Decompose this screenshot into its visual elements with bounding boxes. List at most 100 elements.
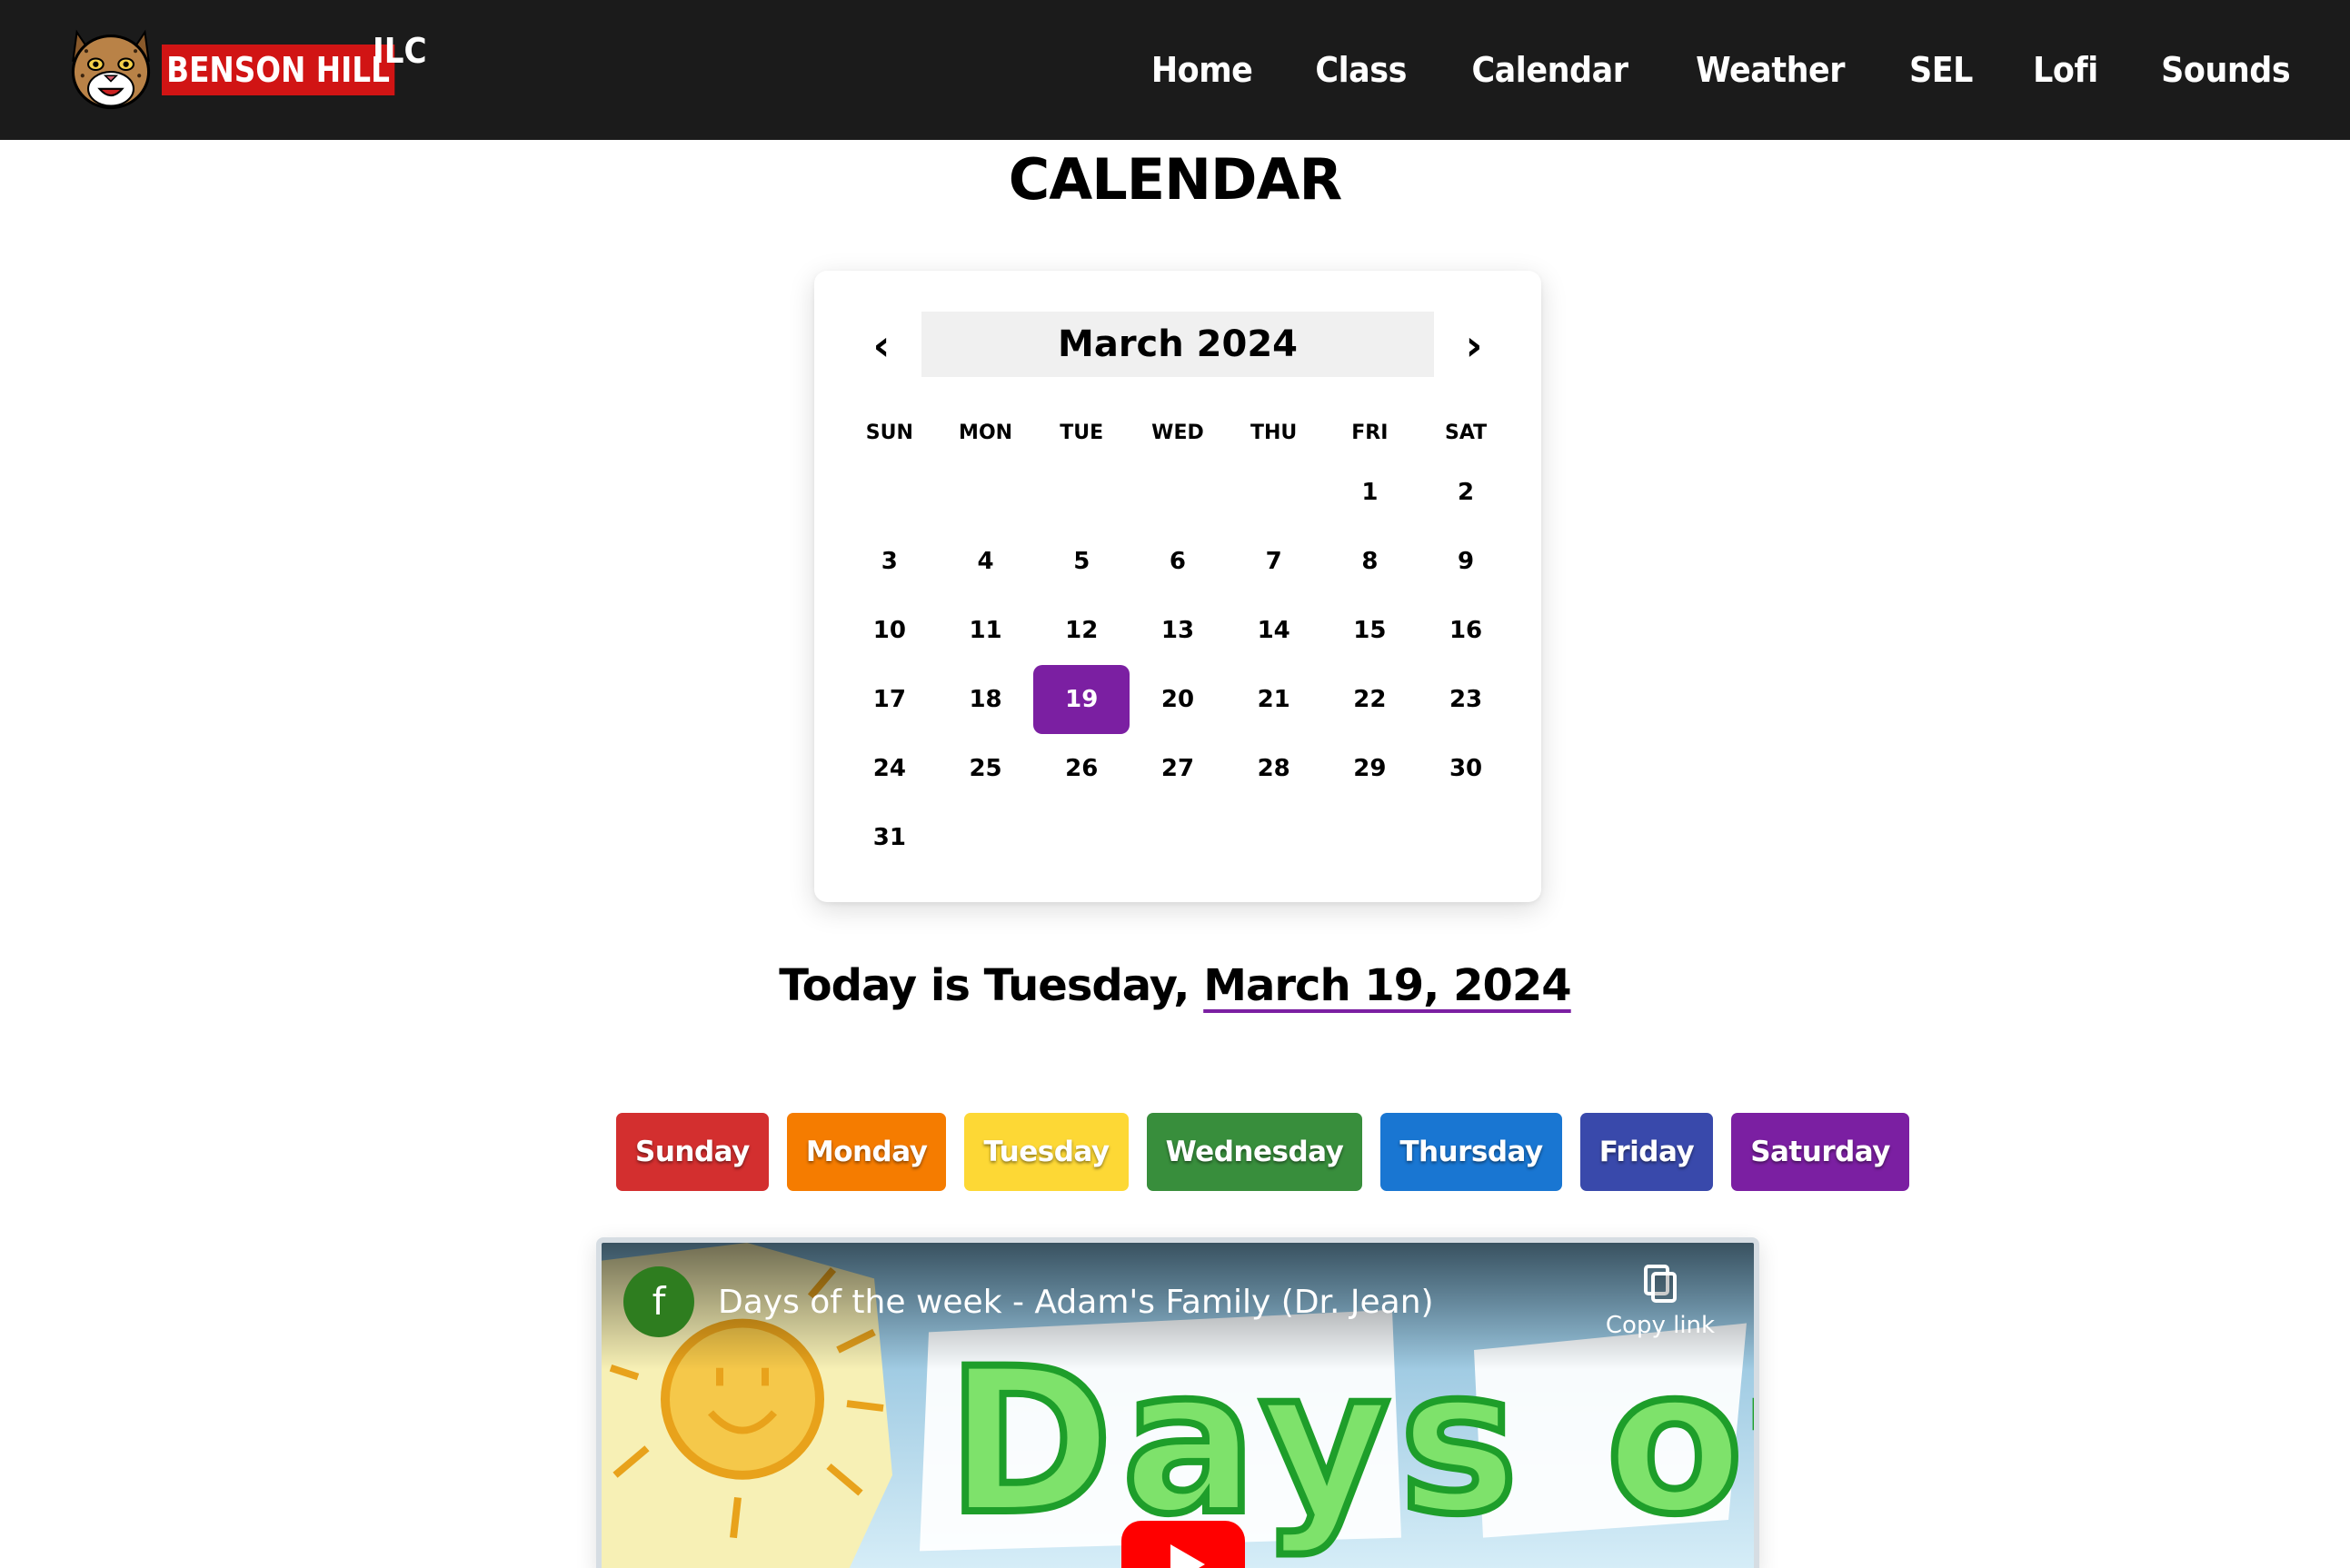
weekday-header: FRI [1351, 422, 1389, 444]
weekday-header: TUE [1060, 422, 1104, 444]
day-number: 19 [1033, 665, 1130, 734]
day-cell[interactable]: 27 [1130, 734, 1226, 803]
day-number: 10 [872, 617, 906, 644]
day-number: 21 [1257, 686, 1290, 713]
next-month-button[interactable]: › [1447, 313, 1501, 377]
weekday-header: THU [1250, 422, 1298, 444]
month-label: March 2024 [921, 312, 1434, 377]
day-cell[interactable]: 17 [841, 665, 938, 734]
day-number: 20 [1160, 686, 1195, 713]
weekday-header: WED [1151, 422, 1204, 444]
day-number: 28 [1257, 755, 1290, 782]
weekday-header-row: SUN MON TUE WED THU FRI SAT [841, 409, 1514, 458]
nav-calendar[interactable]: Calendar [1472, 50, 1628, 90]
top-navbar: BENSON HILL ILC Home Class Calendar Weat… [0, 0, 2350, 140]
calendar-grid: SUN MON TUE WED THU FRI SAT 1 2 3 4 5 6 7 8 9 10 1… [841, 409, 1514, 872]
nav-sel[interactable]: SEL [1909, 50, 1973, 90]
video-title[interactable]: Days of the week - Adam's Family (Dr. Je… [718, 1275, 1434, 1330]
sunday-button[interactable]: Sunday [616, 1113, 769, 1191]
day-cell[interactable]: 24 [841, 734, 938, 803]
day-cell[interactable]: 9 [1418, 527, 1514, 596]
calendar-week-row: 31 [841, 803, 1514, 872]
day-cell[interactable]: 14 [1226, 596, 1322, 665]
copy-link-button[interactable]: Copy link [1601, 1265, 1719, 1339]
day-number: 7 [1265, 548, 1282, 575]
day-number: 11 [969, 617, 1002, 644]
video-embed[interactable]: Days of f Days of the week - Adam's Fami… [596, 1237, 1759, 1568]
day-buttons: Sunday Monday Tuesday Wednesday Thursday… [616, 1113, 1927, 1191]
today-prefix: Today is Tuesday, [779, 960, 1204, 1011]
day-number: 4 [977, 548, 994, 575]
day-number: 3 [881, 548, 898, 575]
day-number: 15 [1353, 617, 1387, 644]
day-number: 26 [1065, 755, 1099, 782]
empty-day-cell [938, 803, 1034, 872]
day-cell[interactable]: 1 [1322, 458, 1419, 527]
day-cell[interactable]: 29 [1322, 734, 1419, 803]
tuesday-button[interactable]: Tuesday [964, 1113, 1129, 1191]
weekday-header: SUN [865, 422, 913, 444]
nav-lofi[interactable]: Lofi [2033, 50, 2098, 90]
day-number: 14 [1257, 617, 1290, 644]
brand-name: BENSON HILL [162, 45, 395, 95]
page-title: CALENDAR [1008, 146, 1342, 213]
day-cell[interactable]: 7 [1226, 527, 1322, 596]
day-number: 23 [1449, 686, 1483, 713]
day-cell[interactable]: 22 [1322, 665, 1419, 734]
day-cell[interactable]: 10 [841, 596, 938, 665]
day-cell[interactable]: 15 [1322, 596, 1419, 665]
day-cell[interactable]: 25 [938, 734, 1034, 803]
day-cell[interactable]: 16 [1418, 596, 1514, 665]
day-cell[interactable]: 12 [1033, 596, 1130, 665]
copy-icon [1644, 1265, 1677, 1303]
day-cell[interactable]: 11 [938, 596, 1034, 665]
brand-suffix: ILC [373, 31, 427, 71]
day-cell[interactable]: 18 [938, 665, 1034, 734]
day-cell[interactable]: 5 [1033, 527, 1130, 596]
today-date-link[interactable]: March 19, 2024 [1203, 960, 1571, 1011]
nav-class[interactable]: Class [1316, 50, 1408, 90]
day-cell[interactable]: 3 [841, 527, 938, 596]
day-cell[interactable]: 30 [1418, 734, 1514, 803]
channel-avatar[interactable]: f [623, 1266, 694, 1337]
friday-button[interactable]: Friday [1579, 1113, 1714, 1191]
day-number: 16 [1449, 617, 1483, 644]
thumbnail-lettering-text: Days of [947, 1325, 1754, 1558]
empty-day-cell [1418, 803, 1514, 872]
day-cell[interactable]: 4 [938, 527, 1034, 596]
wednesday-button[interactable]: Wednesday [1146, 1113, 1363, 1191]
day-cell[interactable]: 8 [1322, 527, 1419, 596]
today-text: Today is Tuesday, March 19, 2024 [0, 954, 2350, 1017]
today-day-cell[interactable]: 19 [1033, 665, 1130, 734]
calendar-week-row: 10 11 12 13 14 15 16 [841, 596, 1514, 665]
day-cell[interactable]: 13 [1130, 596, 1226, 665]
nav-weather[interactable]: Weather [1697, 50, 1846, 90]
youtube-play-icon[interactable] [1121, 1521, 1245, 1568]
weekday-header: MON [959, 422, 1013, 444]
day-cell[interactable]: 28 [1226, 734, 1322, 803]
day-number: 24 [872, 755, 906, 782]
nav-home[interactable]: Home [1151, 50, 1253, 90]
day-cell[interactable]: 23 [1418, 665, 1514, 734]
bobcat-mascot-icon [71, 29, 151, 110]
day-number: 5 [1073, 548, 1090, 575]
empty-day-cell [1130, 803, 1226, 872]
day-cell[interactable]: 2 [1418, 458, 1514, 527]
empty-day-cell [1033, 458, 1130, 527]
day-number: 12 [1065, 617, 1099, 644]
calendar-week-row: 24 25 26 27 28 29 30 [841, 734, 1514, 803]
saturday-button[interactable]: Saturday [1731, 1113, 1909, 1191]
monday-button[interactable]: Monday [786, 1113, 947, 1191]
calendar-week-row: 12 [841, 458, 1514, 527]
day-cell[interactable]: 21 [1226, 665, 1322, 734]
nav-sounds[interactable]: Sounds [2161, 50, 2291, 90]
day-cell[interactable]: 20 [1130, 665, 1226, 734]
calendar-week-row: 17 18 19 20 21 22 23 [841, 665, 1514, 734]
day-number: 27 [1160, 755, 1195, 782]
thursday-button[interactable]: Thursday [1380, 1113, 1562, 1191]
prev-month-button[interactable]: ‹ [854, 313, 909, 377]
day-cell[interactable]: 26 [1033, 734, 1130, 803]
day-cell[interactable]: 6 [1130, 527, 1226, 596]
empty-day-cell [841, 458, 938, 527]
day-cell[interactable]: 31 [841, 803, 938, 872]
